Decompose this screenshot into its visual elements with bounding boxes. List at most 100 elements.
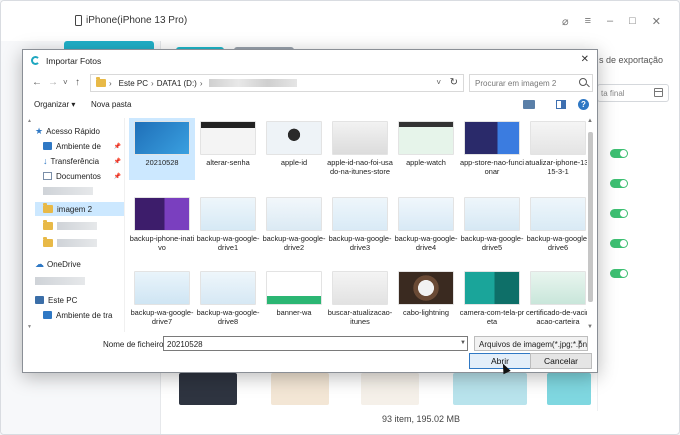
file-tile[interactable]: cabo-lightning [393, 268, 459, 330]
preview-pane-icon[interactable] [556, 100, 566, 109]
close-icon[interactable]: ✕ [652, 15, 661, 28]
photo-thumbnail[interactable] [453, 373, 527, 405]
nav-item-documents[interactable]: Documentos 📌 [35, 169, 124, 183]
nav-scrollbar[interactable]: ▲ ▼ [26, 118, 33, 332]
nav-item-quick-access[interactable]: ★ Acesso Rápido [35, 124, 124, 138]
calendar-icon[interactable] [654, 88, 663, 97]
photo-thumbnail[interactable] [361, 373, 419, 405]
chevron-down-icon[interactable]: ˅ [436, 78, 441, 87]
breadcrumb-drive[interactable]: DATA1 (D:) [157, 79, 197, 88]
organize-button[interactable]: Organizar ▾ [34, 100, 75, 109]
computer-icon [35, 296, 44, 304]
back-arrow-icon[interactable]: ← [32, 77, 42, 89]
photo-thumbnail[interactable] [547, 373, 591, 405]
maximize-icon[interactable]: □ [629, 15, 636, 28]
file-tile[interactable]: backup-wa-google-drive6 [525, 194, 587, 256]
file-tile[interactable]: 20210528 [129, 118, 195, 180]
file-tile[interactable]: app-store-nao-funcionar [459, 118, 525, 180]
file-thumbnail [530, 121, 586, 155]
settings-list [597, 127, 677, 411]
file-tile[interactable]: atualizar-iphone-13-15-3-1 [525, 118, 587, 180]
nav-item-redacted[interactable] [35, 274, 124, 288]
file-thumbnail [332, 271, 388, 305]
folder-icon [43, 237, 53, 247]
filename-label: Nome de ficheiro: [103, 340, 166, 349]
view-options-icon[interactable] [523, 100, 535, 109]
nav-item-folder[interactable] [35, 219, 124, 233]
file-tile[interactable]: apple-watch [393, 118, 459, 180]
breadcrumb-this-pc[interactable]: Este PC [119, 79, 148, 88]
recent-locations-icon[interactable]: ˅ [63, 77, 68, 89]
nav-item-folder[interactable] [35, 236, 124, 250]
up-arrow-icon[interactable]: ↑ [75, 77, 80, 89]
file-thumbnail [200, 121, 256, 155]
theme-icon[interactable]: ⌀ [562, 15, 569, 28]
nav-item-redacted[interactable] [35, 184, 124, 198]
redacted-item [57, 222, 97, 230]
file-tile[interactable]: backup-iphone-inativo [129, 194, 195, 256]
forward-arrow-icon[interactable]: → [48, 77, 58, 89]
minimize-icon[interactable]: – [607, 15, 613, 28]
menu-icon[interactable]: ≡ [585, 15, 591, 28]
file-type-select[interactable]: Arquivos de imagem(*.jpg;*.pn ▼ [474, 336, 588, 351]
file-grid: 20210528 alterar-senha apple-id apple-id… [127, 118, 587, 332]
toggle-switch[interactable] [610, 149, 628, 158]
nav-item-downloads[interactable]: ↓ Transferência 📌 [35, 154, 124, 168]
app-title-text: iPhone(iPhone 13 Pro) [86, 15, 188, 26]
scrollbar-thumb[interactable] [588, 132, 593, 302]
file-tile[interactable]: certificado-de-vacinacao-carteira [525, 268, 587, 330]
nav-item-desktop-pc[interactable]: Ambiente de tra [35, 308, 124, 322]
search-icon[interactable] [579, 78, 587, 86]
file-tile[interactable]: banner-wa [261, 268, 327, 330]
file-tile[interactable]: backup-wa-google-drive3 [327, 194, 393, 256]
photo-thumbnail[interactable] [271, 373, 329, 405]
file-tile[interactable]: apple-id [261, 118, 327, 180]
status-footer: 93 item, 195.02 MB [381, 414, 461, 424]
address-bar[interactable]: › Este PC › DATA1 (D:) › ˅ ↻ [90, 74, 464, 92]
file-tile[interactable]: backup-wa-google-drive5 [459, 194, 525, 256]
refresh-icon[interactable]: ↻ [450, 77, 458, 88]
file-tile[interactable]: backup-wa-google-drive4 [393, 194, 459, 256]
star-icon: ★ [35, 125, 44, 136]
window-controls: ⌀ ≡ – □ ✕ [562, 15, 661, 28]
file-tile[interactable]: buscar-atualizacao-itunes [327, 268, 393, 330]
filename-input[interactable]: 20210528 [163, 336, 468, 351]
toggle-switch[interactable] [610, 239, 628, 248]
search-input[interactable]: Procurar em imagem 2 [469, 74, 593, 92]
file-tile[interactable]: backup-wa-google-drive8 [195, 268, 261, 330]
nav-item-imagem-2[interactable]: imagem 2 [35, 202, 124, 216]
file-tile[interactable]: alterar-senha [195, 118, 261, 180]
file-tile[interactable]: apple-id-nao-foi-usado-na-itunes-store [327, 118, 393, 180]
export-label: s de exportação [599, 55, 664, 65]
toggle-switch[interactable] [610, 209, 628, 218]
file-thumbnail [530, 197, 586, 231]
breadcrumb-separator: › [199, 78, 203, 88]
phone-icon [75, 15, 82, 26]
file-scrollbar[interactable]: ▲ ▼ [586, 118, 595, 332]
file-tile[interactable]: backup-wa-google-drive7 [129, 268, 195, 330]
photo-thumbnail[interactable] [179, 373, 237, 405]
file-tile[interactable]: camera-com-tela-preta [459, 268, 525, 330]
nav-item-this-pc[interactable]: Este PC [35, 293, 124, 307]
nav-item-onedrive[interactable]: ☁ OneDrive [35, 257, 124, 271]
file-thumbnail [266, 271, 322, 305]
toggle-switch[interactable] [610, 269, 628, 278]
chevron-down-icon[interactable]: ▼ [460, 340, 466, 346]
file-thumbnail [332, 197, 388, 231]
cancel-button[interactable]: Cancelar [530, 353, 592, 369]
close-icon[interactable]: ✕ [581, 54, 589, 65]
redacted-item [57, 239, 97, 247]
new-folder-button[interactable]: Nova pasta [91, 100, 131, 109]
folder-icon [43, 220, 53, 230]
dialog-titlebar: Importar Fotos ✕ [23, 50, 597, 71]
desktop-icon [43, 311, 52, 319]
desktop-icon [43, 142, 52, 150]
toggle-switch[interactable] [610, 179, 628, 188]
redacted-item [35, 277, 85, 285]
photo-gallery [171, 373, 591, 405]
end-date-field[interactable]: ta final [597, 84, 669, 102]
help-icon[interactable]: ? [578, 99, 589, 110]
nav-item-desktop[interactable]: Ambiente de 📌 [35, 139, 124, 153]
file-tile[interactable]: backup-wa-google-drive2 [261, 194, 327, 256]
file-tile[interactable]: backup-wa-google-drive1 [195, 194, 261, 256]
